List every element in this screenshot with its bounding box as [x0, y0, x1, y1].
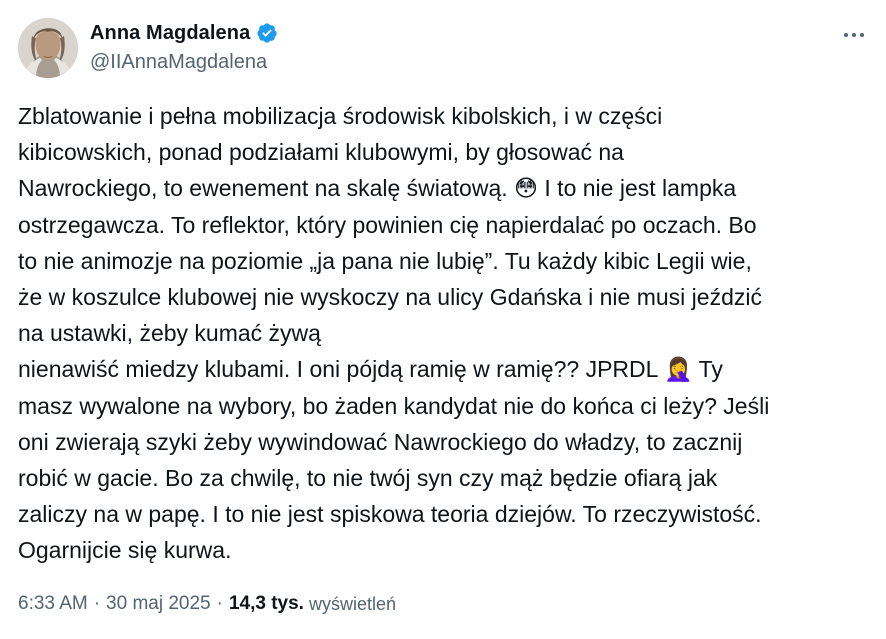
- tweet-text-line: robić w gacie. Bo za chwilę, to nie twój…: [18, 464, 718, 491]
- profile-photo-icon: [18, 18, 78, 78]
- tweet-text-line: Zblatowanie i pełna mobilizacja środowis…: [18, 103, 663, 129]
- views-label: wyświetleń: [308, 593, 396, 614]
- tweet-text-line: nienawiść miedzy klubami. I oni pójdą ra…: [18, 356, 723, 383]
- tweet-text-line: Ogarnijcie się kurwa.: [18, 537, 232, 564]
- author-display-name[interactable]: Anna Magdalena: [90, 22, 250, 45]
- tweet-text-line: masz wywalone na wybory, bo żaden kandyd…: [18, 392, 770, 419]
- tweet-text: Zblatowanie i pełna mobilizacja środowis…: [18, 98, 878, 568]
- tweet-card: Anna Magdalena @IIAnnaMagdalena Zblatowa…: [0, 0, 886, 639]
- avatar[interactable]: [18, 18, 78, 78]
- meta-separator: ·: [216, 593, 223, 614]
- tweet-text-line: ostrzegawcza. To reflektor, który powini…: [18, 211, 757, 238]
- more-horizontal-icon: [842, 33, 866, 37]
- author-name-row[interactable]: Anna Magdalena: [90, 20, 278, 46]
- more-options-button[interactable]: [834, 20, 874, 50]
- verified-badge-icon[interactable]: [256, 22, 278, 44]
- tweet-text-line: Nawrockiego, to ewenement na skalę świat…: [18, 175, 737, 202]
- meta-separator: ·: [93, 593, 101, 614]
- tweet-time[interactable]: 6:33 AM: [18, 593, 88, 615]
- tweet-text-line: że w koszulce klubowej nie wyskoczy na u…: [18, 283, 762, 310]
- tweet-text-line: oni zwierają szyki żeby wywindować Nawro…: [18, 428, 743, 455]
- tweet-text-line: zaliczy na w papę. I to nie jest spiskow…: [18, 501, 762, 528]
- tweet-text-line: kibicowskich, ponad podziałami klubowymi…: [18, 139, 624, 166]
- tweet-meta: 6:33 AM · 30 maj 2025 · 14,3 tys. wyświe…: [18, 593, 396, 615]
- tweet-text-line: na ustawki, żeby kumać żywą: [18, 320, 321, 347]
- views-count[interactable]: 14,3 tys.: [229, 593, 304, 615]
- tweet-date[interactable]: 30 maj 2025: [106, 593, 211, 615]
- author-handle[interactable]: @IIAnnaMagdalena: [90, 51, 267, 74]
- tweet-text-line: to nie animozje na poziomie „ja pana nie…: [18, 247, 752, 274]
